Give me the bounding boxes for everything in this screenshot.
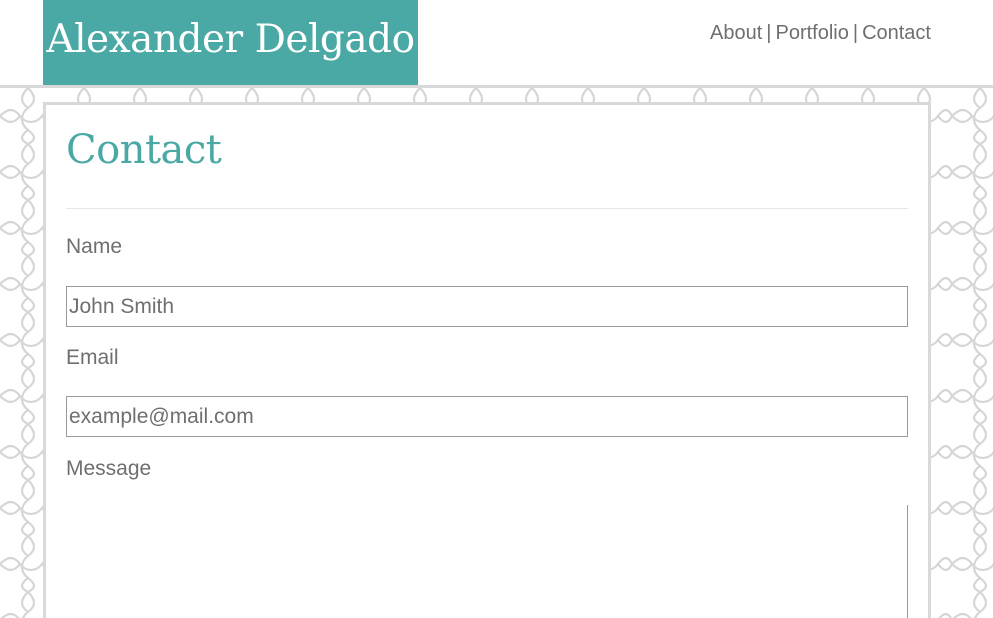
nav-link-about[interactable]: About	[710, 22, 762, 44]
main-nav: About | Portfolio | Contact	[710, 22, 931, 45]
title-divider	[66, 208, 908, 209]
page-title: Contact	[66, 127, 222, 173]
email-input[interactable]	[66, 396, 908, 437]
message-textarea[interactable]	[66, 505, 908, 618]
message-label: Message	[66, 457, 152, 480]
contact-card: Contact Name Email Message	[43, 102, 931, 618]
name-label: Name	[66, 235, 123, 258]
nav-link-contact[interactable]: Contact	[862, 22, 931, 44]
nav-link-portfolio[interactable]: Portfolio	[775, 22, 848, 44]
site-brand[interactable]: Alexander Delgado	[43, 0, 418, 85]
name-input[interactable]	[66, 286, 908, 327]
site-header: Alexander Delgado About | Portfolio | Contac…	[0, 0, 993, 88]
email-label: Email	[66, 346, 119, 369]
nav-separator: |	[766, 22, 772, 44]
nav-separator: |	[852, 22, 859, 44]
